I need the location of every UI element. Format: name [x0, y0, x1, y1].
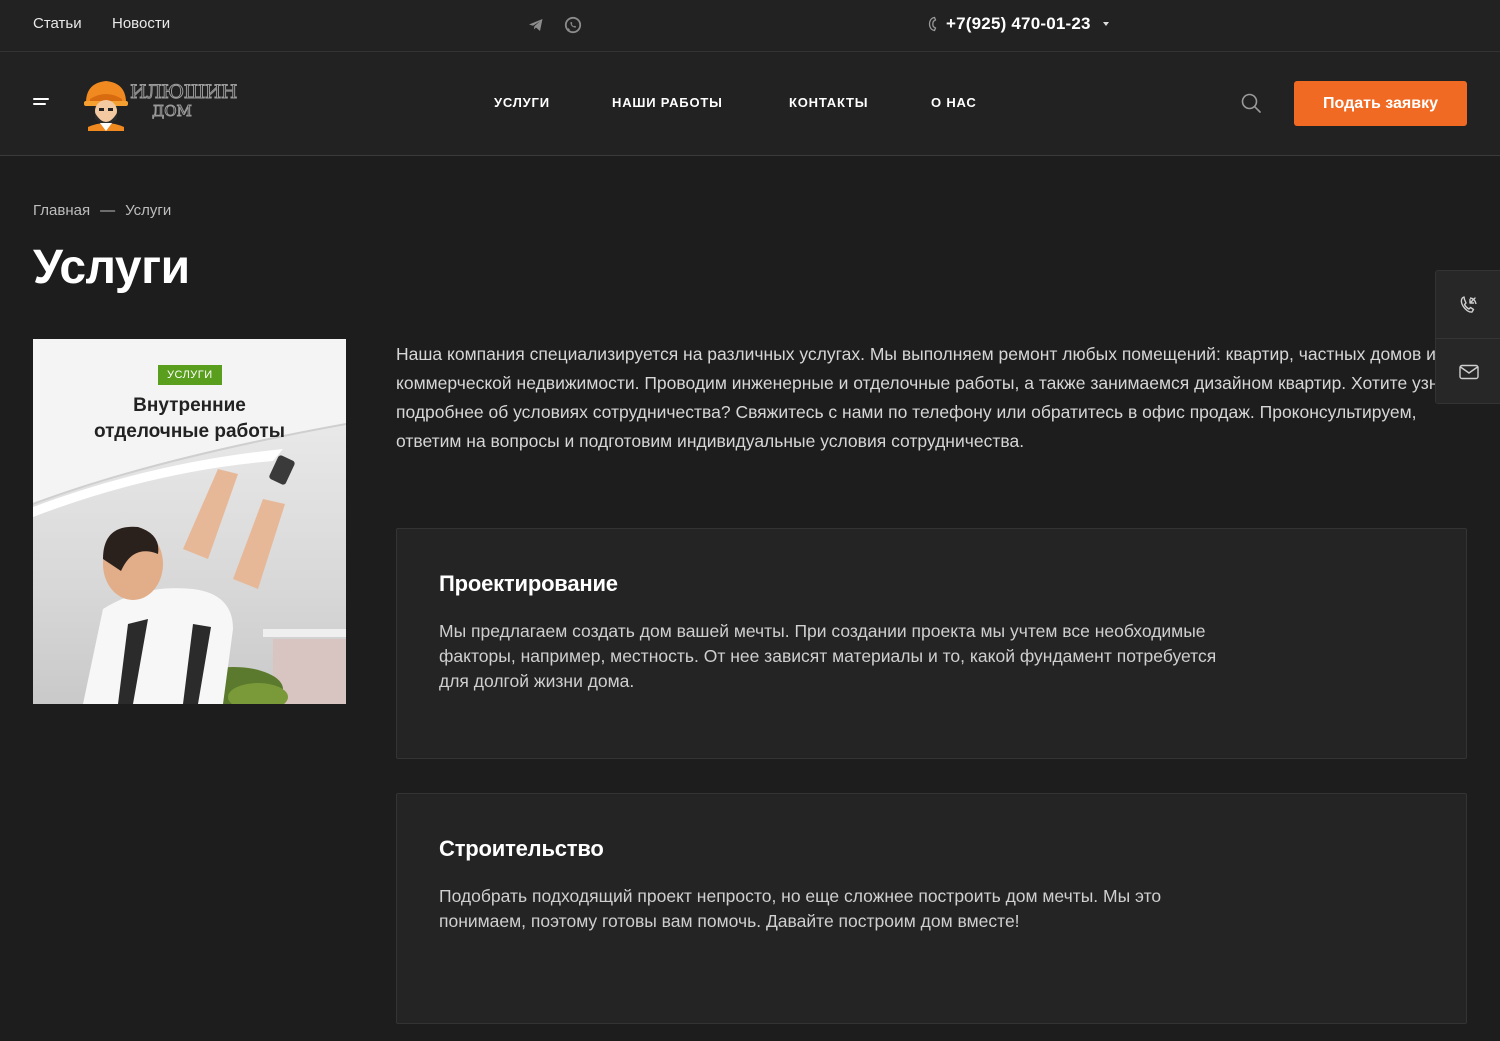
logo[interactable]: ИЛЮШИН ДОМ: [82, 75, 238, 131]
menu-icon[interactable]: [33, 97, 51, 109]
logo-mascot-icon: [84, 81, 128, 131]
floating-contact-panel: [1435, 270, 1500, 404]
nav-our-works[interactable]: НАШИ РАБОТЫ: [612, 95, 723, 110]
mail-button[interactable]: [1436, 338, 1500, 405]
chevron-down-icon[interactable]: [1102, 22, 1109, 26]
service-card-title: Проектирование: [439, 571, 618, 596]
mail-icon: [1458, 364, 1479, 380]
breadcrumb-separator: —: [100, 202, 116, 219]
main-header: ИЛЮШИН ДОМ УСЛУГИ НАШИ РАБОТЫ КОНТАКТЫ О…: [0, 52, 1500, 156]
service-card-text: Подобрать подходящий проект непросто, но…: [439, 886, 1162, 931]
logo-text-line1: ИЛЮШИН: [130, 81, 238, 104]
breadcrumb-home[interactable]: Главная: [33, 202, 90, 219]
phone-block[interactable]: +7(925) 470-01-23: [928, 14, 1109, 34]
banner-title-line2: отделочные работы: [94, 421, 285, 442]
logo-text-line2: ДОМ: [152, 102, 193, 121]
breadcrumb: Главная — Услуги: [33, 202, 171, 219]
search-icon[interactable]: [1240, 92, 1262, 114]
callback-button[interactable]: [1436, 271, 1500, 338]
banner-title: Внутренние отделочные работы: [33, 393, 346, 445]
telegram-icon[interactable]: [527, 16, 545, 34]
banner-badge: УСЛУГИ: [158, 365, 222, 385]
topbar-link-articles[interactable]: Статьи: [33, 15, 82, 32]
nav-about[interactable]: О НАС: [931, 95, 977, 110]
top-bar: Статьи Новости +7(925) 470-01-23: [0, 0, 1500, 52]
whatsapp-icon[interactable]: [564, 16, 582, 34]
intro-text: Наша компания специализируется на различ…: [396, 344, 1465, 451]
topbar-link-news[interactable]: Новости: [112, 15, 170, 32]
service-card-title: Строительство: [439, 836, 604, 861]
phone-icon: [928, 16, 937, 32]
services-banner[interactable]: УСЛУГИ Внутренние отделочные работы: [33, 339, 346, 704]
nav-contacts[interactable]: КОНТАКТЫ: [789, 95, 868, 110]
service-card-text: Мы предлагаем создать дом вашей мечты. П…: [439, 621, 1217, 691]
nav-services[interactable]: УСЛУГИ: [494, 95, 550, 110]
service-card-design[interactable]: Проектирование Мы предлагаем создать дом…: [396, 528, 1467, 759]
banner-title-line1: Внутренние: [133, 395, 246, 416]
callback-icon: [1460, 295, 1477, 313]
submit-request-button[interactable]: Подать заявку: [1294, 81, 1467, 126]
page-title: Услуги: [33, 241, 190, 294]
breadcrumb-current: Услуги: [125, 202, 172, 219]
service-card-construction[interactable]: Строительство Подобрать подходящий проек…: [396, 793, 1467, 1024]
phone-number[interactable]: +7(925) 470-01-23: [946, 14, 1091, 34]
